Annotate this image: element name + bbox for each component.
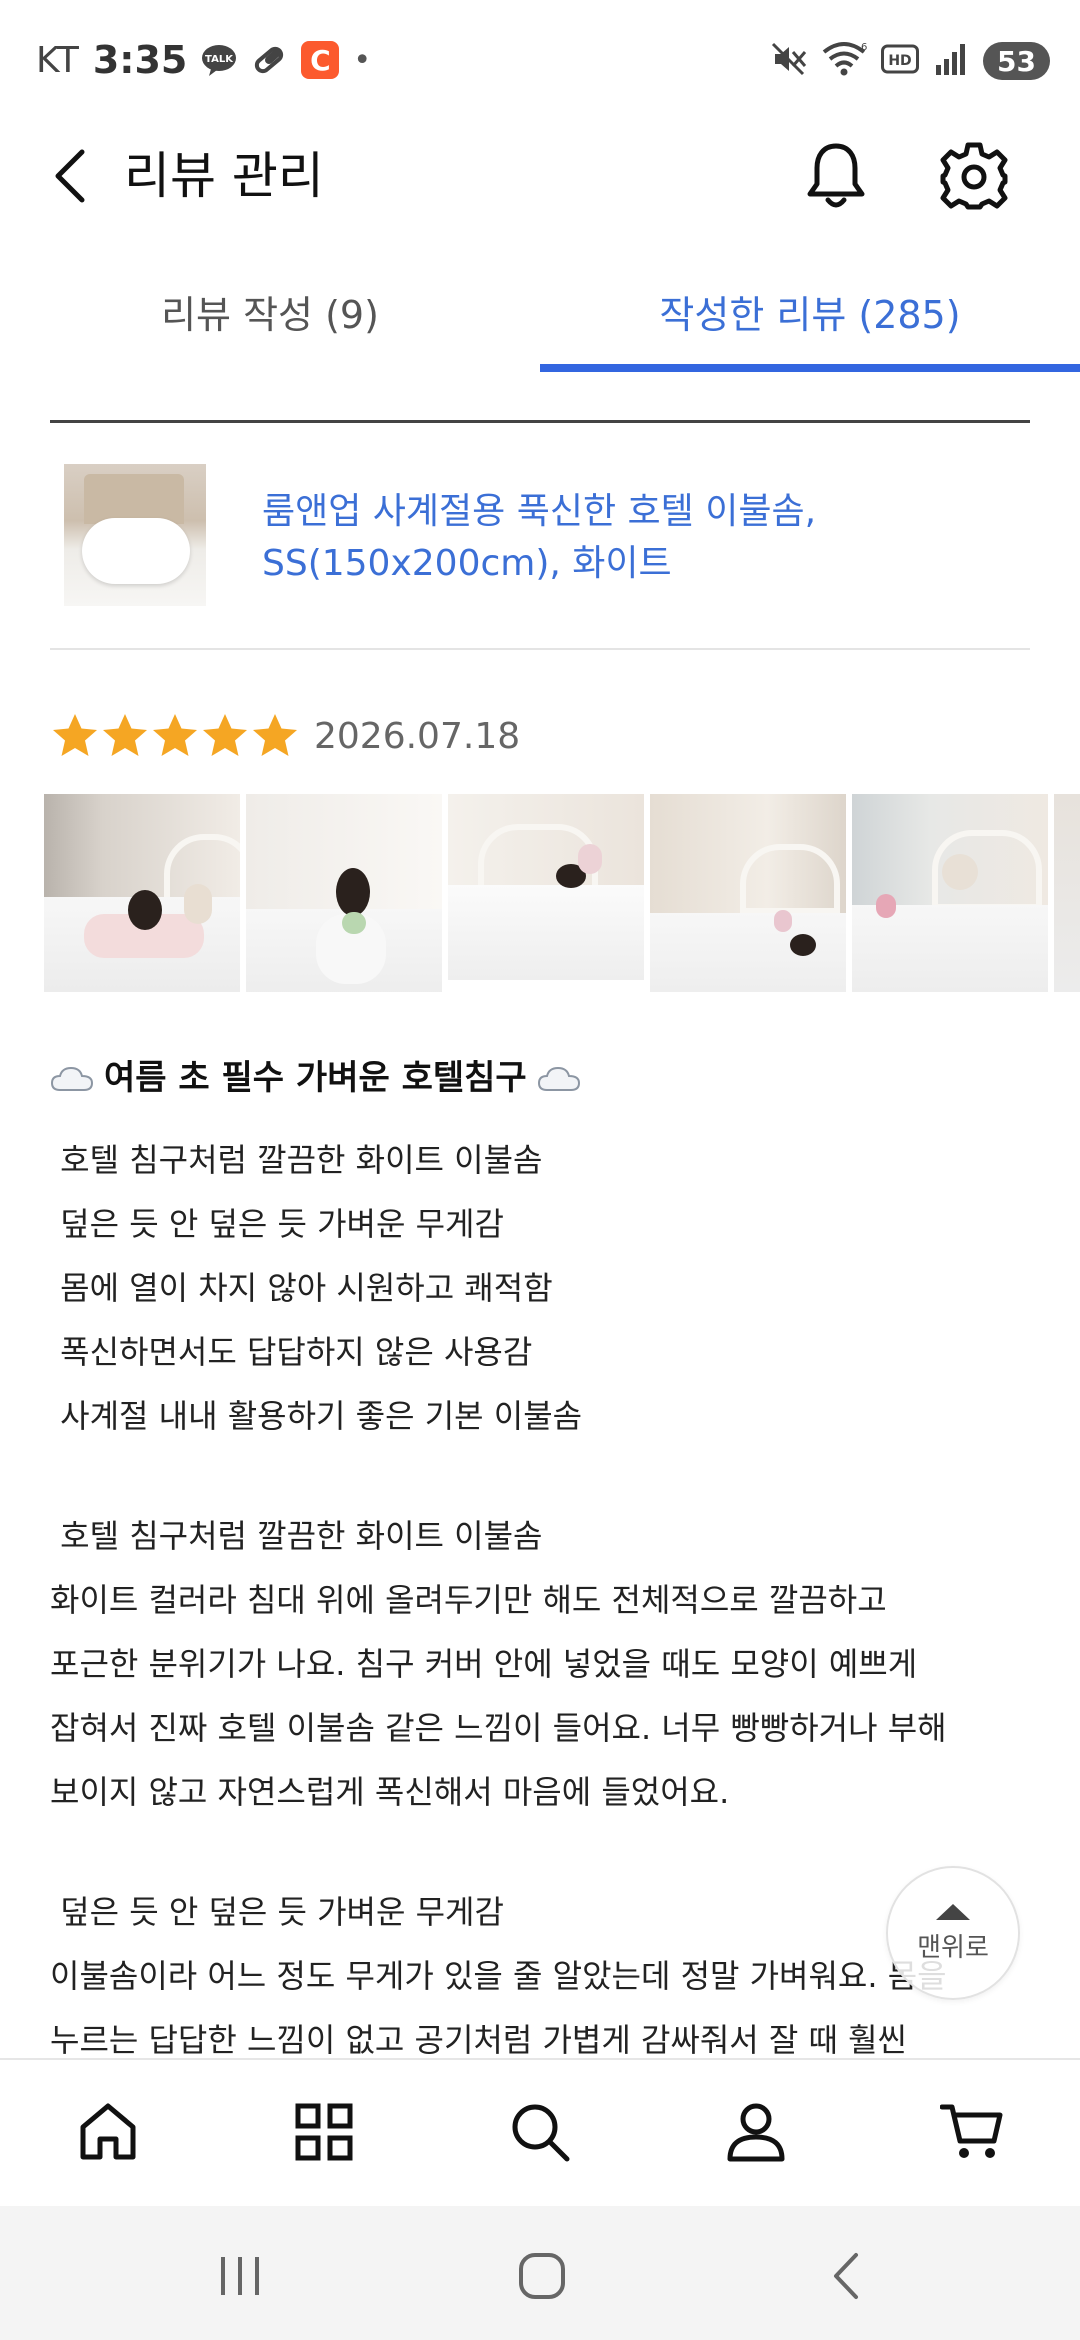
svg-text:TALK: TALK <box>205 54 234 65</box>
section-body-line: 포근한 분위기가 나요. 침구 커버 안에 넣었을 때도 모양이 예쁘게 <box>50 1645 918 1683</box>
scroll-to-top-label: 맨위로 <box>917 1932 989 1963</box>
rating-row: 2026.07.18 <box>50 708 520 764</box>
summary-line: 몸에 열이 차지 않아 시원하고 쾌적함 <box>50 1269 553 1307</box>
status-right: 6 HD 53 <box>769 40 1050 82</box>
nav-categories[interactable] <box>216 2060 432 2204</box>
nav-cart[interactable] <box>864 2060 1080 2204</box>
cloud-icon <box>537 1061 581 1091</box>
back-chevron-icon <box>834 2253 858 2299</box>
pill-icon <box>251 42 287 78</box>
star-icon <box>253 714 297 756</box>
star-icon <box>103 714 147 756</box>
search-icon <box>512 2104 570 2162</box>
notifications-button[interactable] <box>798 136 874 216</box>
home-square-icon <box>519 2253 565 2299</box>
section-title: 호텔 침구처럼 깔끔한 화이트 이불솜 <box>50 1517 543 1555</box>
c-app-icon: C <box>301 41 340 79</box>
summary-line: 덮은 듯 안 덮은 듯 가벼운 무게감 <box>50 1205 504 1243</box>
nav-my-page[interactable] <box>648 2060 864 2204</box>
product-name-link[interactable]: 룸앤업 사계절용 푹신한 호텔 이불솜, SS(150x200cm), 화이트 <box>262 486 982 590</box>
nav-home[interactable] <box>0 2060 216 2204</box>
review-photo[interactable] <box>44 794 240 992</box>
summary-line: 폭신하면서도 답답하지 않은 사용감 <box>50 1333 533 1371</box>
gear-icon <box>940 142 1008 210</box>
product-row[interactable]: 룸앤업 사계절용 푹신한 호텔 이불솜, SS(150x200cm), 화이트 <box>50 440 1030 650</box>
hd-icon: HD <box>881 44 920 78</box>
review-photo-strip <box>44 794 1080 992</box>
app-header: 리뷰 관리 <box>0 120 1080 230</box>
cart-icon <box>940 2104 1003 2158</box>
notification-dot: • <box>353 42 372 78</box>
clock: 3:35 <box>92 38 188 82</box>
review-photo[interactable] <box>852 794 1048 992</box>
summary-line: 사계절 내내 활용하기 좋은 기본 이불솜 <box>50 1397 583 1435</box>
mute-icon <box>769 40 807 82</box>
bell-icon <box>807 143 865 208</box>
status-bar: KT 3:35 TALK C • 6 HD 53 <box>0 0 1080 120</box>
carrier-label: KT <box>36 39 79 81</box>
page-title: 리뷰 관리 <box>124 147 324 205</box>
signal-icon <box>933 41 969 81</box>
section-body-line: 잡혀서 진짜 호텔 이불솜 같은 느낌이 들어요. 너무 빵빵하거나 부해 <box>50 1709 947 1747</box>
section-divider <box>50 420 1030 423</box>
home-icon <box>80 2103 136 2160</box>
tab-write-review[interactable]: 리뷰 작성 (9) <box>0 262 540 374</box>
bottom-navigation <box>0 2058 1080 2204</box>
cloud-icon <box>50 1061 94 1091</box>
product-thumbnail[interactable] <box>64 464 206 606</box>
recent-apps-icon <box>221 2257 259 2295</box>
svg-text:HD: HD <box>888 53 911 69</box>
talk-icon: TALK <box>201 42 237 78</box>
scroll-to-top-button[interactable]: 맨위로 <box>886 1866 1020 2000</box>
battery-indicator: 53 <box>983 42 1050 80</box>
review-photo[interactable] <box>448 794 644 992</box>
review-date: 2026.07.18 <box>314 715 521 757</box>
settings-button[interactable] <box>934 136 1014 216</box>
section-body-line: 화이트 컬러라 침대 위에 올려두기만 해도 전체적으로 깔끔하고 <box>50 1581 887 1619</box>
section-body-line: 보이지 않고 자연스럽게 폭신해서 마음에 들었어요. <box>50 1773 730 1811</box>
system-navigation-bar <box>0 2206 1080 2340</box>
review-tabs: 리뷰 작성 (9) 작성한 리뷰 (285) <box>0 262 1080 374</box>
summary-line: 호텔 침구처럼 깔끔한 화이트 이불솜 <box>50 1141 543 1179</box>
grid-icon <box>295 2103 353 2161</box>
caret-up-icon <box>936 1903 970 1920</box>
review-photo[interactable] <box>650 794 846 992</box>
recent-apps-button[interactable] <box>200 2236 280 2316</box>
tab-written-reviews[interactable]: 작성한 리뷰 (285) <box>540 262 1080 374</box>
back-arrow-icon <box>55 149 85 203</box>
profile-icon <box>727 2103 785 2162</box>
review-headline: 여름 초 필수 가벼운 호텔침구 <box>50 1050 581 1099</box>
star-icon <box>203 714 247 756</box>
product-divider <box>50 648 1030 650</box>
wifi-icon: 6 <box>821 40 867 82</box>
review-photo[interactable] <box>246 794 442 992</box>
review-headline-text: 여름 초 필수 가벼운 호텔침구 <box>104 1058 527 1098</box>
star-icon <box>153 714 197 756</box>
status-left: KT 3:35 TALK C • <box>36 38 371 82</box>
review-photo-partial[interactable] <box>1054 794 1080 992</box>
star-icon <box>53 714 97 756</box>
home-system-button[interactable] <box>502 2236 582 2316</box>
nav-search[interactable] <box>432 2060 648 2204</box>
back-system-button[interactable] <box>806 2236 886 2316</box>
back-button[interactable] <box>40 144 100 208</box>
active-tab-indicator <box>540 364 1080 372</box>
svg-text:6: 6 <box>861 42 867 53</box>
